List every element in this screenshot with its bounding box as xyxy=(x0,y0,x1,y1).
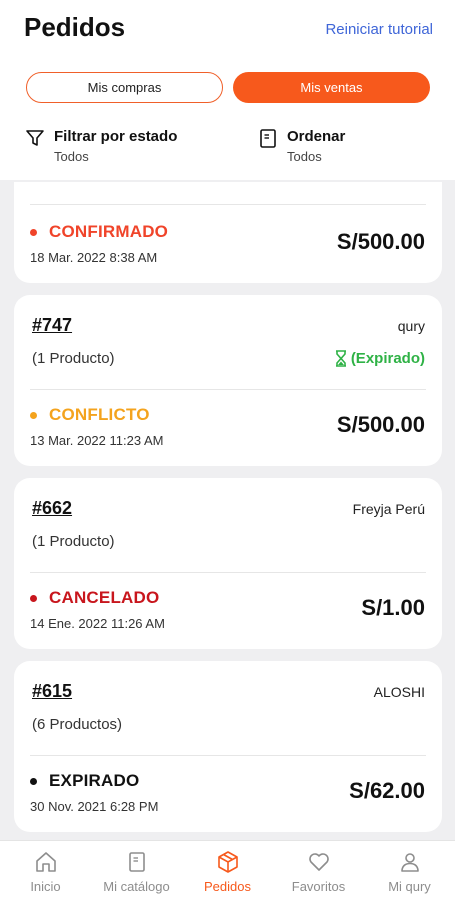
status-row: EXPIRADO xyxy=(30,771,139,791)
expired-badge: (Expirado) xyxy=(335,350,425,367)
order-seller: qury xyxy=(397,318,425,334)
user-icon xyxy=(401,853,419,872)
order-number[interactable]: #662 xyxy=(32,498,72,519)
order-date: 30 Nov. 2021 6:28 PM xyxy=(30,799,159,814)
segment-my-sales[interactable]: Mis ventas xyxy=(233,72,430,103)
divider xyxy=(30,755,426,756)
order-status: EXPIRADO xyxy=(49,771,140,790)
document-icon xyxy=(260,129,276,148)
order-number[interactable]: #747 xyxy=(32,315,72,336)
divider xyxy=(30,389,426,390)
order-card[interactable]: #662 Freyja Perú (1 Producto) CANCELADO … xyxy=(14,478,442,649)
order-price: S/500.00 xyxy=(336,229,425,254)
order-seller: Freyja Perú xyxy=(352,501,425,517)
status-row: CONFLICTO xyxy=(30,405,150,425)
hourglass-icon xyxy=(335,350,346,367)
page-title: Pedidos xyxy=(24,12,126,42)
bottom-tab-bar: Inicio Mi catálogo Pedidos Favoritos Mi … xyxy=(0,840,455,900)
header: Pedidos Reiniciar tutorial Mis compras M… xyxy=(0,0,455,180)
reset-tutorial-link[interactable]: Reiniciar tutorial xyxy=(325,21,433,38)
filter-state-value: Todos xyxy=(54,149,89,164)
sort-title: Ordenar xyxy=(287,128,346,145)
status-dot xyxy=(30,777,37,785)
tab-label: Pedidos xyxy=(204,879,251,894)
order-price: S/500.00 xyxy=(336,412,425,437)
order-product-count: (1 Producto) xyxy=(32,350,115,367)
catalog-icon xyxy=(129,852,145,872)
order-card[interactable]: #747 qury (1 Producto) (Expirado) CONFLI… xyxy=(14,295,442,466)
sort-order[interactable]: Ordenar Todos xyxy=(257,127,345,167)
segment-my-purchases[interactable]: Mis compras xyxy=(26,72,223,103)
order-price: S/1.00 xyxy=(361,595,425,620)
filter-state-title: Filtrar por estado xyxy=(54,128,178,145)
tab-label: Mi catálogo xyxy=(103,879,170,894)
tab-favoritos[interactable]: Favoritos xyxy=(273,841,364,900)
order-date: 13 Mar. 2022 11:23 AM xyxy=(30,433,164,448)
status-row: CONFIRMADO xyxy=(30,222,168,242)
tab-label: Favoritos xyxy=(291,879,346,894)
tab-label: Mi qury xyxy=(388,879,431,894)
order-date: 14 Ene. 2022 11:26 AM xyxy=(30,616,165,631)
filter-by-state[interactable]: Filtrar por estado Todos xyxy=(24,127,177,167)
order-product-count: (6 Productos) xyxy=(32,716,123,733)
divider xyxy=(30,572,426,573)
filter-icon xyxy=(26,130,44,146)
status-dot xyxy=(30,228,37,236)
status-row: CANCELADO xyxy=(30,588,159,608)
order-status: CONFLICTO xyxy=(49,405,150,424)
expired-badge-label: (Expirado) xyxy=(350,350,425,367)
divider xyxy=(30,204,426,205)
order-product-count: (1 Producto) xyxy=(32,533,115,550)
order-status: CANCELADO xyxy=(49,588,160,607)
tab-pedidos[interactable]: Pedidos xyxy=(182,841,273,900)
sort-value: Todos xyxy=(287,149,322,164)
order-number[interactable]: #615 xyxy=(32,681,72,702)
order-status: CONFIRMADO xyxy=(49,222,169,241)
order-price: S/62.00 xyxy=(349,778,425,803)
order-seller: ALOSHI xyxy=(373,684,425,700)
tab-mi-catalogo[interactable]: Mi catálogo xyxy=(91,841,182,900)
status-dot xyxy=(30,594,37,602)
heart-icon xyxy=(309,853,329,871)
home-icon xyxy=(36,852,56,872)
order-card[interactable]: #615 ALOSHI (6 Productos) EXPIRADO 30 No… xyxy=(14,661,442,832)
order-date: 18 Mar. 2022 8:38 AM xyxy=(30,250,158,265)
order-card[interactable]: CONFIRMADO 18 Mar. 2022 8:38 AM S/500.00 xyxy=(14,182,442,283)
status-dot xyxy=(30,411,37,419)
tab-label: Inicio xyxy=(30,879,61,894)
tab-inicio[interactable]: Inicio xyxy=(0,841,91,900)
box-icon xyxy=(218,851,238,873)
tab-mi-qury[interactable]: Mi qury xyxy=(364,841,455,900)
